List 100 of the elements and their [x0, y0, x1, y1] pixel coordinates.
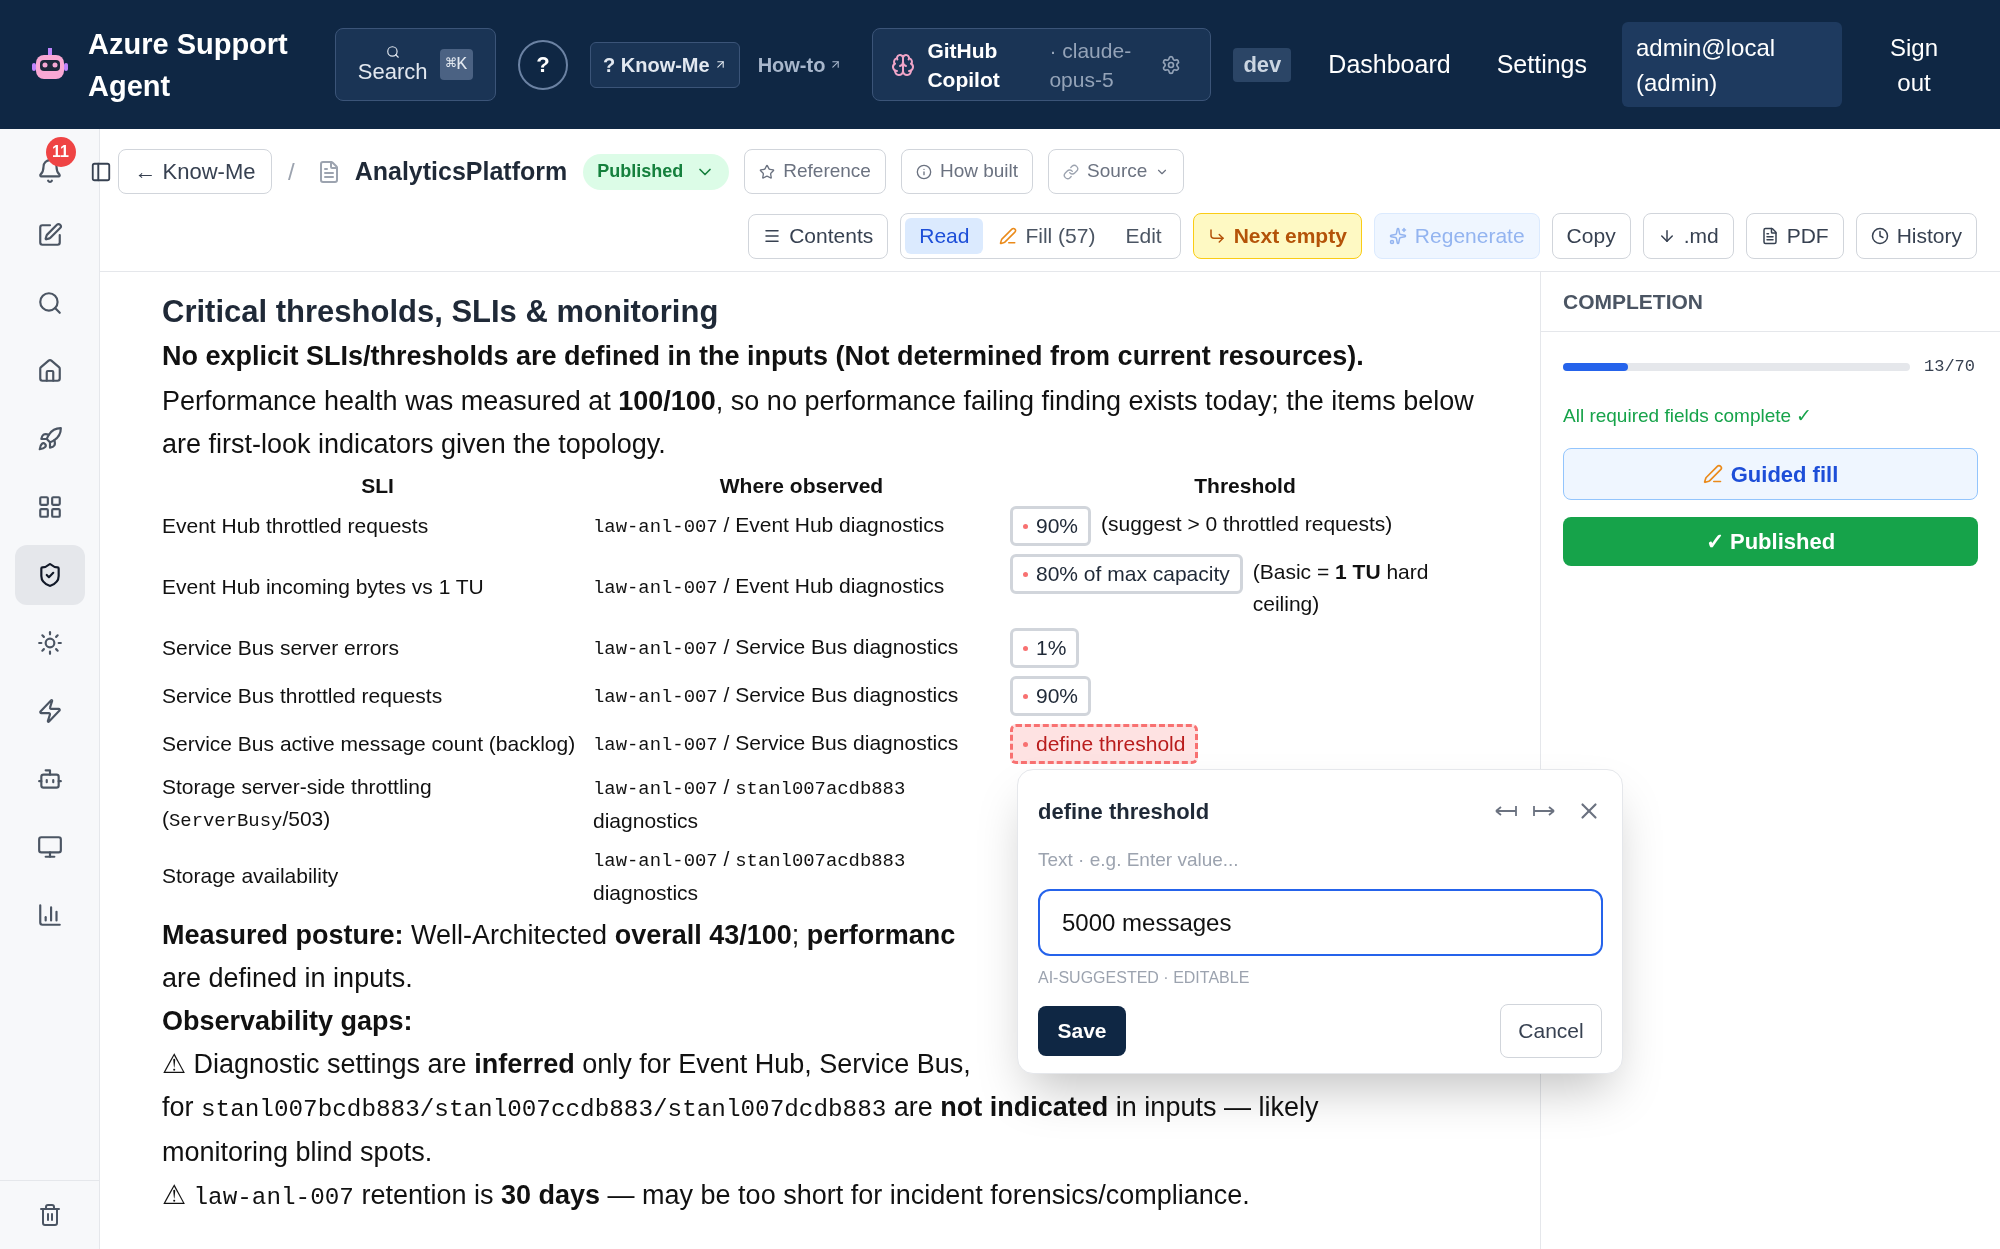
intro-paragraph: Performance health was measured at 100/100, so no performance failing finding exists today; the items below are first-look indicators given the topology.: [162, 385, 1475, 461]
table-cell-text: law-anl-007 / Event Hub diagnostics: [593, 512, 945, 540]
trash-icon[interactable]: [37, 1203, 62, 1227]
body-text-line: monitoring blind spots.: [162, 1136, 433, 1169]
sidebar-item[interactable]: [14, 545, 85, 605]
toolbar-link-button[interactable]: How built: [900, 149, 1034, 194]
rocket-icon: [36, 426, 63, 452]
table-cell-text: law-anl-007 / stanl007acdb883 diagnostics: [593, 846, 907, 906]
table-cell-text: law-anl-007 / Service Bus diagnostics: [593, 730, 959, 758]
edit-icon: [36, 222, 63, 248]
table-cell-text: law-anl-007 / stanl007acdb883 diagnostics: [593, 774, 907, 834]
toolbar-link-button[interactable]: Reference: [744, 149, 886, 194]
pen-icon: [999, 227, 1018, 245]
robot-icon: [36, 766, 63, 792]
shortcut-key: ⌘K: [439, 49, 474, 80]
action-button[interactable]: History: [1855, 213, 1977, 259]
action-button[interactable]: PDF: [1745, 213, 1844, 259]
doc-link[interactable]: ? Know-Me: [590, 41, 740, 88]
table-cell-text: Storage availability: [162, 863, 339, 889]
guided-fill-button[interactable]: Guided fill: [1563, 448, 1978, 500]
notification-bell-icon[interactable]: [36, 158, 63, 184]
provider-name: GitHub Copilot: [927, 37, 1001, 93]
toolbar-link-button[interactable]: Source: [1048, 149, 1185, 194]
section-heading: Critical thresholds, SLIs & monitoring: [162, 293, 720, 331]
environment-badge: dev: [1233, 47, 1292, 82]
document-title: AnalyticsPlatform: [354, 155, 568, 187]
body-text-line: ⚠ law-anl-007 retention is 30 days — may be too short for incident forensics/compliance.: [162, 1179, 1250, 1213]
lead-sentence: No explicit SLIs/thresholds are defined in the inputs (Not determined from current resources).: [162, 340, 1365, 373]
document-icon: [1760, 227, 1779, 245]
breadcrumb-separator: /: [288, 156, 295, 187]
menu-icon: [763, 227, 782, 245]
table-cell-text: Event Hub incoming bytes vs 1 TU: [162, 574, 484, 600]
threshold-input[interactable]: 5000 messages: [1038, 889, 1603, 956]
popover-title: define threshold: [1038, 797, 1210, 826]
threshold-chip[interactable]: 80% of max capacity: [1010, 554, 1243, 594]
panel-toggle-icon[interactable]: [90, 160, 112, 183]
mode-tab[interactable]: Fill (57): [985, 218, 1110, 254]
threshold-chip[interactable]: 1%: [1010, 628, 1080, 668]
table-cell-text: law-anl-007 / Service Bus diagnostics: [593, 682, 959, 710]
link-icon: [1063, 163, 1080, 180]
back-button[interactable]: ← Know-Me: [118, 149, 272, 194]
home-icon: [36, 358, 63, 384]
pen-icon: [1702, 464, 1723, 484]
nav-link[interactable]: Settings: [1496, 45, 1587, 84]
mode-tab[interactable]: Read: [905, 218, 984, 254]
action-button[interactable]: .md: [1642, 213, 1734, 259]
corner-arrow-icon: [1207, 227, 1226, 245]
notification-count: 11: [45, 137, 76, 167]
table-cell-text: Service Bus server errors: [162, 635, 399, 661]
help-button[interactable]: ?: [518, 39, 568, 90]
lightning-icon: [36, 698, 63, 724]
search-icon: [385, 44, 400, 59]
threshold-chip[interactable]: 90%: [1010, 506, 1092, 546]
save-button[interactable]: Save: [1038, 1006, 1126, 1056]
body-text-line: are defined in inputs.: [162, 962, 413, 995]
table-cell-text: law-anl-007 / Event Hub diagnostics: [593, 573, 945, 601]
body-text-line: ⚠ Diagnostic settings are inferred only for Event Hub, Service Bus,: [162, 1048, 971, 1081]
contents-button[interactable]: Contents: [748, 213, 889, 259]
nav-link[interactable]: Dashboard: [1328, 45, 1451, 84]
status-select[interactable]: Published: [583, 153, 730, 190]
body-text-line: Measured posture: Well-Architected overall 43/100; performanc: [162, 919, 956, 952]
action-button[interactable]: Next empty: [1192, 213, 1362, 259]
body-text-line: Observability gaps:: [162, 1005, 413, 1038]
completion-status: All required fields complete ✓: [1563, 403, 1814, 428]
progress-count: 13/70: [1924, 356, 1975, 378]
doc-link[interactable]: How-to: [757, 49, 843, 80]
action-button[interactable]: Copy: [1551, 213, 1631, 259]
model-selector[interactable]: GitHub Copilot · claude-opus-5: [872, 28, 1212, 101]
user-account[interactable]: admin@local (admin): [1622, 22, 1842, 107]
threshold-chip[interactable]: define threshold: [1010, 724, 1199, 764]
field-hint: Text · e.g. Enter value...: [1038, 848, 1240, 872]
table-cell-text: Service Bus throttled requests: [162, 683, 443, 709]
table-cell-text: law-anl-007 / Service Bus diagnostics: [593, 634, 959, 662]
field-note: AI-SUGGESTED · EDITABLE: [1038, 968, 1251, 988]
search-icon: [36, 290, 63, 316]
model-name: · claude-opus-5: [1049, 37, 1133, 93]
expand-arrow-icon[interactable]: [1532, 804, 1556, 818]
column-header: Threshold: [1193, 473, 1297, 499]
bar-chart-icon: [36, 902, 63, 928]
sign-out-button[interactable]: Sign out: [1882, 29, 1946, 100]
sun-icon: [36, 630, 63, 656]
brain-icon: [891, 52, 916, 77]
app-title: Azure Support Agent: [88, 26, 289, 104]
grid-icon: [36, 494, 63, 520]
sparkles-icon: [1388, 227, 1407, 245]
mode-tab[interactable]: Edit: [1111, 218, 1176, 254]
monitor-icon: [36, 834, 63, 860]
shrink-arrow-icon[interactable]: [1494, 804, 1518, 818]
panel-title: COMPLETION: [1563, 288, 1703, 315]
table-cell-text: Event Hub throttled requests: [162, 513, 429, 539]
settings-icon[interactable]: [1161, 54, 1182, 75]
clock-icon: [1870, 227, 1889, 245]
threshold-note: (Basic = 1 TU hard ceiling): [1252, 559, 1430, 617]
search-label: Search: [357, 58, 428, 85]
star-icon: [759, 163, 776, 180]
cancel-button[interactable]: Cancel: [1500, 1004, 1602, 1058]
table-cell-text: Service Bus active message count (backlog): [162, 731, 576, 757]
column-header: SLI: [360, 473, 395, 499]
threshold-chip[interactable]: 90%: [1010, 676, 1092, 716]
search-button[interactable]: Search ⌘K: [335, 28, 496, 101]
